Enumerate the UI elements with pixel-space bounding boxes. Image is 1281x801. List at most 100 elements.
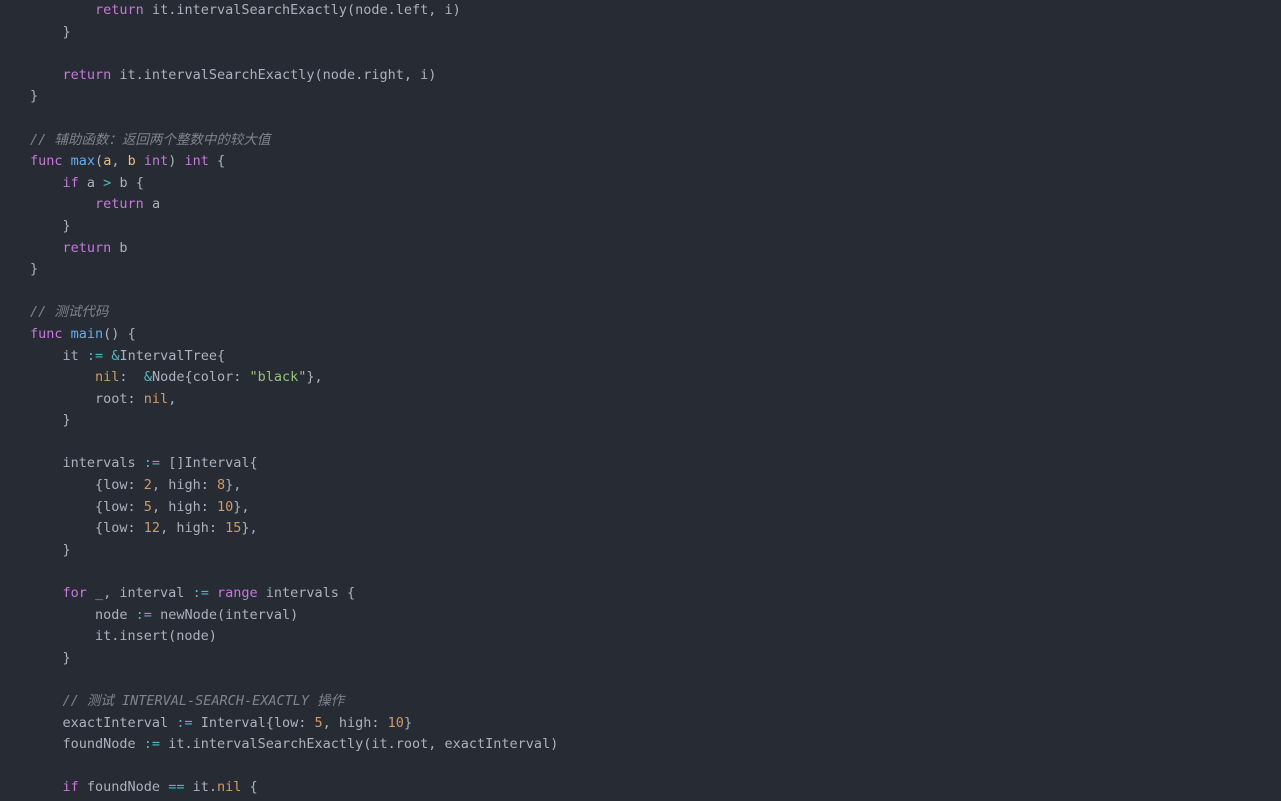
code-token: [30, 369, 95, 385]
code-line[interactable]: for _, interval := range intervals {: [30, 583, 1281, 605]
code-token: :=: [144, 455, 160, 471]
code-token: // 测试 INTERVAL-SEARCH-EXACTLY 操作: [63, 693, 345, 709]
code-token: &: [144, 369, 152, 385]
code-token: (: [95, 153, 103, 169]
code-token: [63, 153, 71, 169]
code-line[interactable]: return it.intervalSearchExactly(node.rig…: [30, 65, 1281, 87]
code-editor[interactable]: return it.intervalSearchExactly(node.lef…: [0, 0, 1281, 799]
code-token: (): [103, 326, 119, 342]
code-token: return: [63, 67, 112, 83]
code-token: [209, 585, 217, 601]
code-token: }: [30, 261, 38, 277]
code-token: return: [95, 196, 144, 212]
code-token: [30, 196, 95, 212]
code-token: a: [144, 196, 160, 212]
code-line[interactable]: [30, 43, 1281, 65]
code-line[interactable]: exactInterval := Interval{low: 5, high: …: [30, 713, 1281, 735]
code-token: },: [241, 520, 257, 536]
code-token: foundNode: [30, 736, 144, 752]
code-token: }: [30, 542, 71, 558]
code-token: [63, 326, 71, 342]
code-token: b: [111, 240, 127, 256]
code-token: [30, 2, 95, 18]
code-line[interactable]: }: [30, 216, 1281, 238]
code-line[interactable]: [30, 432, 1281, 454]
code-token: // 测试代码: [30, 304, 108, 320]
code-line[interactable]: return b: [30, 238, 1281, 260]
code-line[interactable]: return it.intervalSearchExactly(node.lef…: [30, 0, 1281, 22]
code-line[interactable]: root: nil,: [30, 389, 1281, 411]
code-line[interactable]: }: [30, 410, 1281, 432]
code-token: main: [71, 326, 104, 342]
code-token: return: [63, 240, 112, 256]
code-line[interactable]: [30, 281, 1281, 303]
code-line[interactable]: {low: 5, high: 10},: [30, 497, 1281, 519]
code-token: }: [30, 412, 71, 428]
code-token: :=: [136, 607, 152, 623]
code-line[interactable]: }: [30, 648, 1281, 670]
code-token: max: [71, 153, 95, 169]
code-token: it.intervalSearchExactly(node.left, i): [144, 2, 461, 18]
code-token: }: [404, 715, 412, 731]
code-token: [30, 779, 63, 795]
code-line[interactable]: {low: 2, high: 8},: [30, 475, 1281, 497]
code-token: }: [30, 24, 71, 40]
code-token: :: [119, 369, 143, 385]
code-line[interactable]: if foundNode == it.nil {: [30, 777, 1281, 799]
code-token: , high:: [160, 520, 225, 536]
code-token: return: [95, 2, 144, 18]
code-line[interactable]: foundNode := it.intervalSearchExactly(it…: [30, 734, 1281, 756]
code-token: int: [185, 153, 209, 169]
code-line[interactable]: // 测试 INTERVAL-SEARCH-EXACTLY 操作: [30, 691, 1281, 713]
code-token: it.: [184, 779, 217, 795]
code-line[interactable]: // 辅助函数：返回两个整数中的较大值: [30, 130, 1281, 152]
code-token: newNode(interval): [152, 607, 298, 623]
code-token: , high:: [152, 477, 217, 493]
code-line[interactable]: nil: &Node{color: "black"},: [30, 367, 1281, 389]
code-token: ,: [168, 391, 176, 407]
code-line[interactable]: }: [30, 259, 1281, 281]
code-token: // 辅助函数：返回两个整数中的较大值: [30, 132, 270, 148]
code-token: 2: [144, 477, 152, 493]
code-line[interactable]: node := newNode(interval): [30, 605, 1281, 627]
code-line[interactable]: if a > b {: [30, 173, 1281, 195]
code-line[interactable]: [30, 108, 1281, 130]
code-token: {: [209, 153, 225, 169]
code-token: {: [241, 779, 257, 795]
code-token: [30, 693, 63, 709]
code-token: , high:: [152, 499, 217, 515]
code-line[interactable]: }: [30, 540, 1281, 562]
code-token: a: [79, 175, 103, 191]
code-line[interactable]: [30, 756, 1281, 778]
code-line[interactable]: [30, 561, 1281, 583]
code-line[interactable]: [30, 669, 1281, 691]
code-token: [30, 175, 63, 191]
code-token: }: [30, 88, 38, 104]
code-line[interactable]: func max(a, b int) int {: [30, 151, 1281, 173]
code-line[interactable]: }: [30, 22, 1281, 44]
code-line[interactable]: }: [30, 86, 1281, 108]
code-token: 12: [144, 520, 160, 536]
code-token: b {: [111, 175, 144, 191]
code-token: }: [30, 218, 71, 234]
code-line[interactable]: return a: [30, 194, 1281, 216]
code-token: {low:: [30, 520, 144, 536]
code-token: {: [119, 326, 135, 342]
code-token: if: [63, 175, 79, 191]
code-token: b: [128, 153, 136, 169]
code-token: []Interval{: [160, 455, 258, 471]
code-line[interactable]: intervals := []Interval{: [30, 453, 1281, 475]
code-token: 5: [315, 715, 323, 731]
code-token: Interval{low:: [193, 715, 315, 731]
code-line[interactable]: it := &IntervalTree{: [30, 346, 1281, 368]
code-token: range: [217, 585, 258, 601]
code-line[interactable]: func main() {: [30, 324, 1281, 346]
code-token: IntervalTree{: [119, 348, 225, 364]
code-token: , high:: [323, 715, 388, 731]
code-line[interactable]: {low: 12, high: 15},: [30, 518, 1281, 540]
code-line[interactable]: it.insert(node): [30, 626, 1281, 648]
code-token: ): [168, 153, 184, 169]
code-token: _, interval: [87, 585, 193, 601]
code-token: 15: [225, 520, 241, 536]
code-line[interactable]: // 测试代码: [30, 302, 1281, 324]
